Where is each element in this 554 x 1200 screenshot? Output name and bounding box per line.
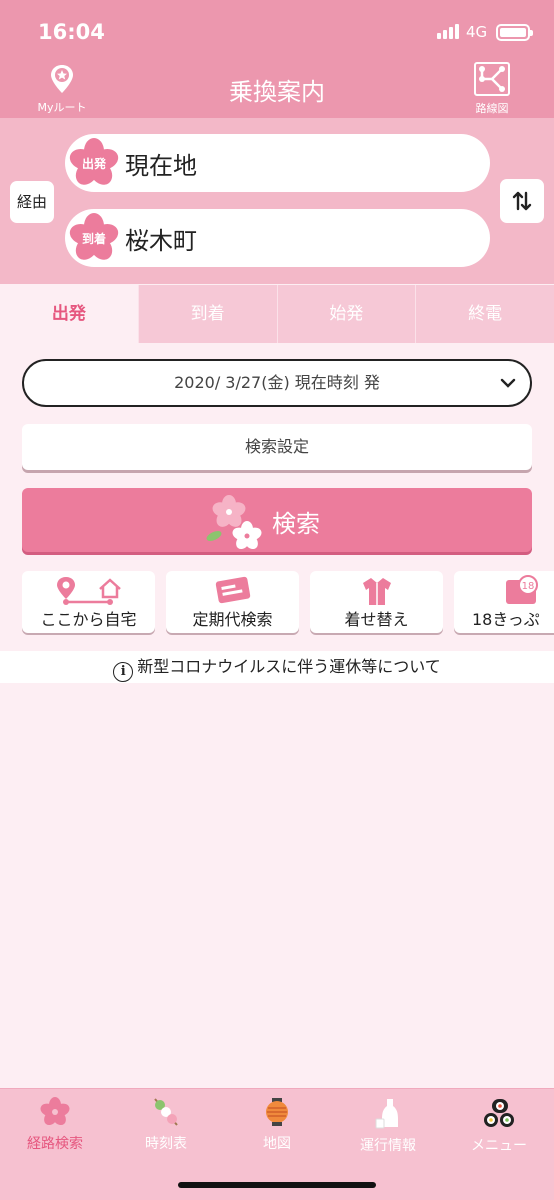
tab-departure[interactable]: 出発 bbox=[0, 285, 138, 343]
nav-service-info[interactable]: 運行情報 bbox=[333, 1097, 443, 1155]
myroute-label: Myルート bbox=[37, 101, 87, 114]
status-time: 16:04 bbox=[38, 20, 105, 44]
info-icon: i bbox=[113, 662, 134, 682]
to-station-name: 桜木町 bbox=[125, 227, 197, 255]
battery-icon bbox=[496, 24, 533, 41]
chevron-down-icon bbox=[500, 361, 516, 407]
dango-icon bbox=[154, 1098, 178, 1126]
from-badge: 出発 bbox=[69, 138, 119, 188]
swap-vertical-icon bbox=[512, 191, 532, 211]
myroute-button[interactable]: Myルート bbox=[30, 64, 94, 115]
theme-change-label: 着せ替え bbox=[344, 610, 409, 629]
nav-timetable[interactable]: 時刻表 bbox=[111, 1097, 221, 1153]
theme-change-button[interactable]: 着せ替え bbox=[310, 571, 443, 633]
signal-icon bbox=[437, 24, 461, 43]
search-settings-button[interactable]: 検索設定 bbox=[22, 424, 532, 470]
svg-text:18: 18 bbox=[522, 581, 535, 592]
commuter-pass-button[interactable]: 定期代検索 bbox=[166, 571, 299, 633]
from-badge-label: 出発 bbox=[81, 157, 106, 171]
notice-link[interactable]: i 新型コロナウイルスに伴う運休等について bbox=[0, 651, 554, 683]
seishun-18-button[interactable]: 18 18きっぷ bbox=[454, 571, 554, 633]
tab-last-train[interactable]: 終電 bbox=[415, 285, 554, 343]
search-button[interactable]: 検索 bbox=[22, 488, 532, 552]
to-badge-label: 到着 bbox=[81, 232, 106, 246]
map-pin-star-icon bbox=[51, 65, 73, 93]
to-station-field[interactable]: 到着 桜木町 bbox=[65, 209, 490, 267]
from-station-field[interactable]: 出発 現在地 bbox=[65, 134, 490, 192]
sakura-icon bbox=[40, 1097, 70, 1126]
route-home-label: ここから自宅 bbox=[40, 610, 137, 629]
routemap-icon bbox=[474, 62, 510, 96]
via-button[interactable]: 経由 bbox=[10, 181, 54, 223]
date-time-value: 2020/ 3/27(金) 現在時刻 発 bbox=[174, 373, 380, 392]
home-indicator bbox=[178, 1182, 376, 1188]
nav-menu-label: メニュー bbox=[471, 1138, 527, 1154]
swap-button[interactable] bbox=[500, 179, 544, 223]
nav-map-label: 地図 bbox=[263, 1136, 291, 1152]
shirt-icon bbox=[362, 578, 391, 605]
nav-menu[interactable]: メニュー bbox=[444, 1097, 554, 1155]
nav-timetable-label: 時刻表 bbox=[145, 1136, 187, 1152]
seishun-18-label: 18きっぷ bbox=[472, 610, 540, 629]
nav-route-search-label: 経路検索 bbox=[27, 1136, 83, 1152]
to-badge: 到着 bbox=[69, 213, 119, 263]
tab-arrival[interactable]: 到着 bbox=[137, 285, 277, 343]
sushi-icon bbox=[484, 1099, 514, 1127]
nav-map[interactable]: 地図 bbox=[222, 1097, 332, 1153]
routemap-label: 路線図 bbox=[475, 102, 509, 115]
search-type-tabs: 出発 到着 始発 終電 bbox=[0, 285, 554, 343]
from-station-name: 現在地 bbox=[125, 152, 197, 180]
date-time-select[interactable]: 2020/ 3/27(金) 現在時刻 発 bbox=[22, 359, 532, 407]
commuter-pass-icon bbox=[215, 576, 250, 604]
notice-text: 新型コロナウイルスに伴う運休等について bbox=[137, 657, 441, 676]
search-button-label: 検索 bbox=[272, 510, 320, 538]
nav-service-info-label: 運行情報 bbox=[360, 1138, 416, 1154]
route-home-icon bbox=[56, 577, 121, 605]
lantern-icon bbox=[266, 1098, 288, 1126]
tab-first-train[interactable]: 始発 bbox=[276, 285, 416, 343]
routemap-button[interactable]: 路線図 bbox=[470, 62, 514, 116]
network-type: 4G bbox=[466, 23, 488, 41]
sake-icon bbox=[375, 1099, 398, 1129]
ticket-18-icon: 18 bbox=[506, 575, 538, 604]
sakura-pair-icon bbox=[206, 495, 262, 550]
commuter-pass-label: 定期代検索 bbox=[192, 610, 273, 629]
route-home-button[interactable]: ここから自宅 bbox=[22, 571, 155, 633]
nav-route-search[interactable]: 経路検索 bbox=[0, 1097, 110, 1153]
